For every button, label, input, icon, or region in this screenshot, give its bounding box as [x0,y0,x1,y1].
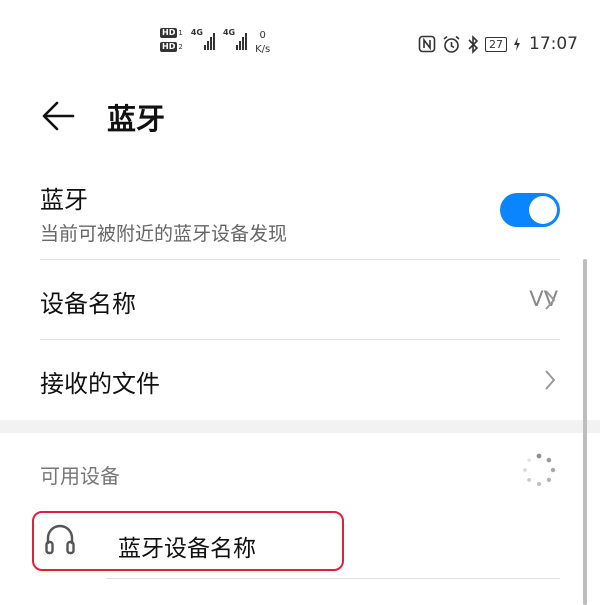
headset-icon [45,524,75,555]
clock: 17:07 [529,34,578,54]
hd2-sub: 2 [178,43,183,51]
loading-spinner-icon [523,453,556,486]
network-speed: 0 K/s [255,28,270,56]
network-2-label: 4G [222,28,236,37]
bluetooth-label: 蓝牙 [40,186,88,214]
signal-1-icon: 4G [191,28,215,50]
toggle-knob [529,196,557,224]
divider [40,339,560,340]
back-arrow-icon [42,101,75,131]
signal-2-icon: 4G [222,28,248,50]
hd1-sub: 1 [178,29,183,37]
alarm-icon [443,35,460,53]
nfc-icon [418,35,436,53]
hd-voice-1-icon: HD 1 [160,28,183,38]
scrollbar[interactable] [583,259,587,605]
received-files-label: 接收的文件 [40,370,160,398]
charging-icon [514,37,520,51]
speed-unit: K/s [255,44,271,55]
device-name-row[interactable]: 设备名称 [40,284,560,319]
available-devices-header: 可用设备 [40,464,120,488]
bluetooth-description: 当前可被附近的蓝牙设备发现 [40,223,288,245]
status-left-cluster: HD 1 HD 2 4G 4G 0 K/s [160,28,270,62]
received-files-row[interactable]: 接收的文件 [40,364,560,399]
status-bar: HD 1 HD 2 4G 4G 0 K/s 27 17:07 [0,0,600,70]
device-name-label: 设备名称 [40,290,136,318]
divider [106,578,560,579]
bluetooth-icon [468,34,479,54]
hd2-label: HD [160,42,178,52]
chevron-right-icon [545,370,556,390]
section-separator [0,420,600,433]
back-button[interactable] [40,98,76,134]
bluetooth-row: 蓝牙 当前可被附近的蓝牙设备发现 [40,180,560,246]
network-1-label: 4G [190,28,203,37]
speed-value: 0 [259,30,266,41]
battery-icon: 27 [485,36,507,52]
divider [40,259,560,260]
hd1-label: HD [160,28,178,38]
device-name: 蓝牙设备名称 [118,536,256,562]
page-title: 蓝牙 [107,102,166,136]
hd-voice-2-icon: HD 2 [160,42,183,52]
bluetooth-toggle[interactable] [500,193,560,227]
status-right-cluster: 27 17:07 [418,34,578,54]
chevron-right-icon [545,290,556,310]
